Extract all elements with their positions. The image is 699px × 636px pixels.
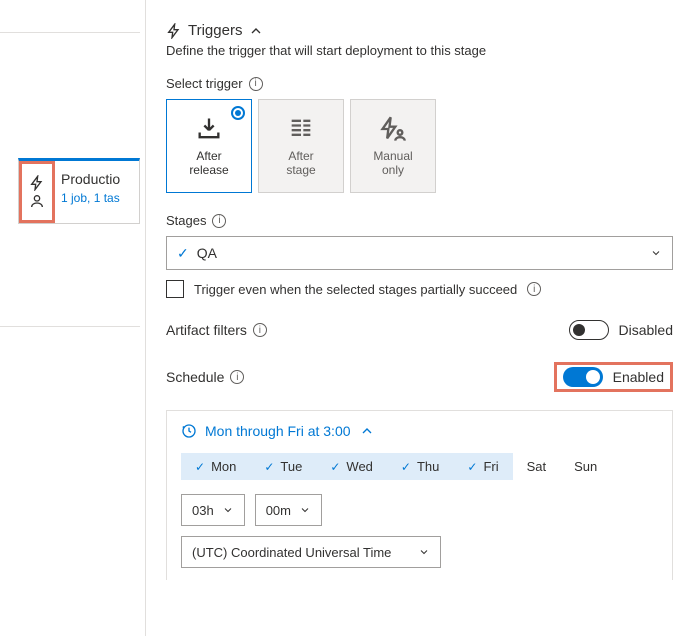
day-sun[interactable]: Sun — [560, 453, 630, 480]
stage-name: Productio — [61, 171, 120, 187]
stages-label: Stages i — [166, 213, 673, 228]
day-sat[interactable]: Sat — [513, 453, 561, 480]
timezone-select[interactable]: (UTC) Coordinated Universal Time — [181, 536, 441, 568]
bolt-icon — [166, 23, 182, 39]
info-icon[interactable]: i — [527, 282, 541, 296]
check-icon: ✓ — [177, 245, 189, 262]
stage-subtitle[interactable]: 1 job, 1 tas — [61, 191, 120, 205]
download-box-icon — [195, 115, 223, 143]
chevron-down-icon — [222, 504, 234, 516]
day-mon[interactable]: ✓Mon — [181, 453, 250, 480]
artifact-filters-toggle[interactable] — [569, 320, 609, 340]
info-icon[interactable]: i — [230, 370, 244, 384]
radio-selected-icon — [231, 106, 245, 120]
day-thu[interactable]: ✓Thu — [387, 453, 453, 480]
chevron-up-icon — [359, 423, 375, 439]
stages-select-value: QA — [197, 245, 217, 261]
partial-succeed-checkbox[interactable] — [166, 280, 184, 298]
schedule-summary[interactable]: Mon through Fri at 3:00 — [181, 423, 658, 439]
minute-select[interactable]: 00m — [255, 494, 322, 526]
schedule-state: Enabled — [613, 369, 664, 385]
person-icon — [29, 193, 45, 209]
schedule-label: Schedule — [166, 369, 224, 385]
schedule-highlight: Enabled — [554, 362, 673, 392]
trigger-option-manual-only[interactable]: Manual only — [350, 99, 436, 193]
check-icon: ✓ — [330, 460, 340, 474]
check-icon: ✓ — [264, 460, 274, 474]
schedule-toggle[interactable] — [563, 367, 603, 387]
chevron-down-icon — [650, 247, 662, 259]
schedule-body: Mon through Fri at 3:00 ✓Mon ✓Tue ✓Wed ✓… — [166, 410, 673, 580]
clock-icon — [181, 423, 197, 439]
day-tue[interactable]: ✓Tue — [250, 453, 316, 480]
day-wed[interactable]: ✓Wed — [316, 453, 387, 480]
day-fri[interactable]: ✓Fri — [453, 453, 512, 480]
check-icon: ✓ — [401, 460, 411, 474]
artifact-filters-state: Disabled — [619, 322, 673, 338]
triggers-subtitle: Define the trigger that will start deplo… — [166, 43, 673, 58]
stages-icon — [287, 115, 315, 143]
check-icon: ✓ — [467, 460, 477, 474]
info-icon[interactable]: i — [249, 77, 263, 91]
stage-card[interactable]: Productio 1 job, 1 tas — [18, 158, 140, 224]
hour-select[interactable]: 03h — [181, 494, 245, 526]
partial-succeed-label: Trigger even when the selected stages pa… — [194, 282, 517, 297]
chevron-down-icon — [299, 504, 311, 516]
bolt-person-icon — [379, 115, 407, 143]
triggers-panel: Triggers Define the trigger that will st… — [145, 0, 699, 636]
chevron-up-icon — [248, 23, 264, 39]
artifact-filters-label: Artifact filters — [166, 322, 247, 338]
triggers-heading[interactable]: Triggers — [166, 22, 673, 39]
bolt-icon — [29, 175, 45, 191]
info-icon[interactable]: i — [253, 323, 267, 337]
triggers-heading-text: Triggers — [188, 22, 242, 39]
info-icon[interactable]: i — [212, 214, 226, 228]
select-trigger-label: Select trigger i — [166, 76, 673, 91]
trigger-option-after-stage[interactable]: After stage — [258, 99, 344, 193]
stages-select[interactable]: ✓ QA — [166, 236, 673, 270]
chevron-down-icon — [418, 546, 430, 558]
check-icon: ✓ — [195, 460, 205, 474]
stage-pre-conditions-highlight[interactable] — [19, 161, 55, 223]
trigger-option-after-release[interactable]: After release — [166, 99, 252, 193]
